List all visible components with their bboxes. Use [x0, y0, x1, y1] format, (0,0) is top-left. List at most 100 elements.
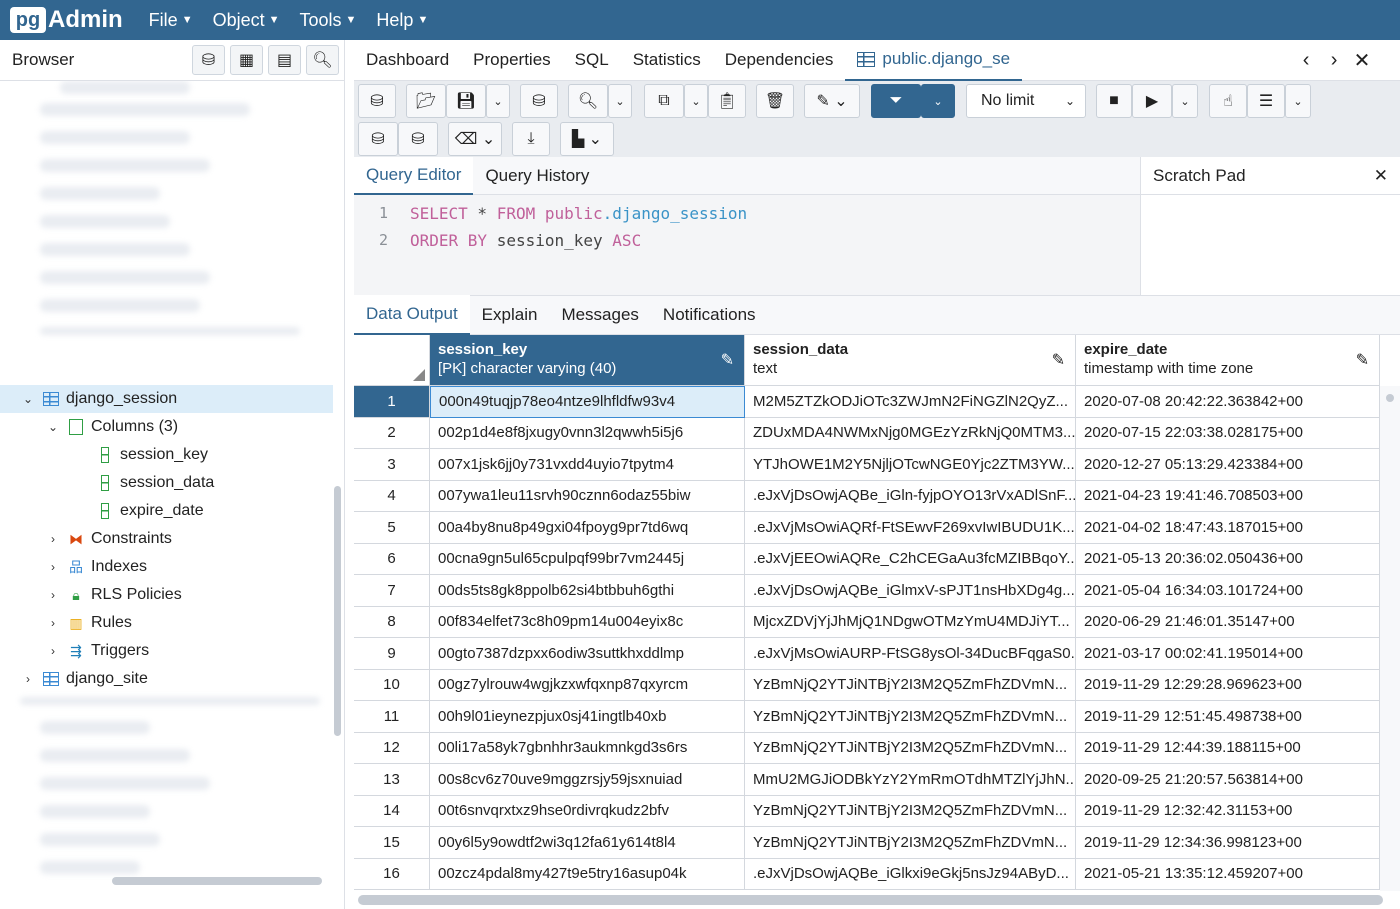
expire-date-cell[interactable]: 2019-11-29 12:29:28.969623+00: [1076, 669, 1380, 701]
rollback-button[interactable]: ⛁: [398, 122, 438, 156]
tree-item-triggers[interactable]: › ⇶ Triggers: [0, 637, 333, 665]
filter-options-dropdown[interactable]: ⌄: [921, 84, 955, 118]
tab-properties[interactable]: Properties: [461, 40, 562, 81]
table-row[interactable]: 2 002p1d4e8f8jxugy0vnn3l2qwwh5i5j6 ZDUxMDA…: [354, 417, 1380, 449]
filtered-rows-button[interactable]: ▤: [268, 45, 301, 75]
table-row[interactable]: 12 00li17a58yk7gbnhhr3aukmnkgd3s6rs YzBmNj…: [354, 732, 1380, 764]
expire-date-cell[interactable]: 2021-05-13 20:36:02.050436+00: [1076, 543, 1380, 575]
tab-query-editor[interactable]: Query Editor: [354, 156, 474, 195]
grid-vertical-scrollbar[interactable]: [1380, 386, 1400, 891]
session-data-cell[interactable]: MjcxZDVjYjJhMjQ1NDgwOTMzYmU4MDJiYT...: [745, 606, 1076, 638]
tab-explain[interactable]: Explain: [470, 295, 550, 335]
find-button[interactable]: 🔍︎: [568, 84, 608, 118]
session-key-cell[interactable]: 00zcz4pdal8my427t9e5try16asup04k: [430, 858, 745, 890]
column-header-session-data[interactable]: session_data text ✎: [745, 335, 1076, 386]
column-header-expire-date[interactable]: expire_date timestamp with time zone ✎: [1076, 335, 1380, 386]
session-data-cell[interactable]: YzBmNjQ2YTJiNTBjY2I3M2Q5ZmFhZDVmN...: [745, 669, 1076, 701]
expire-date-cell[interactable]: 2019-11-29 12:34:36.998123+00: [1076, 827, 1380, 859]
copy-options-dropdown[interactable]: ⌄: [684, 84, 708, 118]
row-number-cell[interactable]: 4: [354, 480, 430, 512]
grid-horizontal-scrollbar[interactable]: [358, 895, 1383, 905]
session-key-cell[interactable]: 00s8cv6z70uve9mggzrsjy59jsxnuiad: [430, 764, 745, 796]
sql-code-editor[interactable]: 1 SELECT * FROM public.django_session 2 …: [354, 195, 1140, 295]
tab-query-tool[interactable]: public.django_se: [845, 40, 1023, 81]
session-data-cell[interactable]: YTJhOWE1M2Y5NjljOTcwNGE0Yjc2ZTM3YW...: [745, 449, 1076, 481]
table-row[interactable]: 16 00zcz4pdal8my427t9e5try16asup04k .eJxVj…: [354, 858, 1380, 890]
session-data-cell[interactable]: M2M5ZTZkODJiOTc3ZWJmN2FiNGZlN2QyZ...: [745, 386, 1076, 418]
explain-options-dropdown[interactable]: ⌄: [1285, 84, 1311, 118]
search-objects-button[interactable]: 🔍︎: [306, 45, 339, 75]
tab-scroll-left-icon[interactable]: ‹: [1292, 49, 1320, 72]
tree-item-rules[interactable]: › ▥ Rules: [0, 609, 333, 637]
tab-sql[interactable]: SQL: [563, 40, 621, 81]
session-key-cell[interactable]: 000n49tuqjp78eo4ntze9lhfldfw93v4: [430, 386, 745, 418]
session-key-cell[interactable]: 00li17a58yk7gbnhhr3aukmnkgd3s6rs: [430, 732, 745, 764]
tree-item-django-site[interactable]: › django_site: [0, 665, 333, 693]
row-number-cell[interactable]: 11: [354, 701, 430, 733]
table-row[interactable]: 4 007ywa1leu11srvh90cznn6odaz55biw .eJxVjD…: [354, 480, 1380, 512]
session-key-cell[interactable]: 00f834elfet73c8h09pm14u004eyix8c: [430, 606, 745, 638]
expire-date-cell[interactable]: 2021-05-21 13:35:12.459207+00: [1076, 858, 1380, 890]
session-key-cell[interactable]: 007x1jsk6jj0y731vxdd4uyio7tpytm4: [430, 449, 745, 481]
scrollbar-thumb[interactable]: [1386, 394, 1394, 402]
find-options-dropdown[interactable]: ⌄: [608, 84, 632, 118]
row-limit-select[interactable]: No limit ⌄: [966, 84, 1086, 118]
explain-analyze-button[interactable]: ☰: [1247, 84, 1285, 118]
expire-date-cell[interactable]: 2020-09-25 21:20:57.563814+00: [1076, 764, 1380, 796]
session-key-cell[interactable]: 002p1d4e8f8jxugy0vnn3l2qwwh5i5j6: [430, 417, 745, 449]
column-header-session-key[interactable]: session_key [PK] character varying (40) …: [430, 335, 745, 386]
tree-item-column-expire-date[interactable]: expire_date: [0, 497, 333, 525]
close-tab-icon[interactable]: ✕: [1348, 48, 1376, 73]
expire-date-cell[interactable]: 2019-11-29 12:32:42.31153+00: [1076, 795, 1380, 827]
tab-statistics[interactable]: Statistics: [621, 40, 713, 81]
tree-item-column-session-key[interactable]: session_key: [0, 441, 333, 469]
row-number-cell[interactable]: 16: [354, 858, 430, 890]
session-data-cell[interactable]: .eJxVjMsOwiAQRf-FtSEwvF269xvIwIBUDU1K...: [745, 512, 1076, 544]
clear-button[interactable]: ⌫ ⌄: [448, 122, 502, 156]
tree-horizontal-scrollbar[interactable]: [112, 877, 322, 885]
table-row[interactable]: 7 00ds5ts8gk8ppolb62si4btbbuh6gthi .eJxVjD…: [354, 575, 1380, 607]
tab-query-history[interactable]: Query History: [473, 157, 601, 195]
row-number-cell[interactable]: 1: [354, 386, 430, 418]
table-row[interactable]: 3 007x1jsk6jj0y731vxdd4uyio7tpytm4 YTJhOWE…: [354, 449, 1380, 481]
session-data-cell[interactable]: .eJxVjDsOwjAQBe_iGlkxi9eGkj5nsJz94AByD..…: [745, 858, 1076, 890]
table-row[interactable]: 5 00a4by8nu8p49gxi04fpoyg9pr7td6wq .eJxVjM…: [354, 512, 1380, 544]
open-query-button[interactable]: ⛁: [358, 84, 396, 118]
expire-date-cell[interactable]: 2020-12-27 05:13:29.423384+00: [1076, 449, 1380, 481]
commit-button[interactable]: ⛁: [358, 122, 398, 156]
expire-date-cell[interactable]: 2021-05-04 16:34:03.101724+00: [1076, 575, 1380, 607]
open-file-button[interactable]: 📂︎: [406, 84, 446, 118]
session-key-cell[interactable]: 00ds5ts8gk8ppolb62si4btbbuh6gthi: [430, 575, 745, 607]
row-number-cell[interactable]: 8: [354, 606, 430, 638]
row-number-cell[interactable]: 13: [354, 764, 430, 796]
tab-dependencies[interactable]: Dependencies: [713, 40, 846, 81]
tree-item-column-session-data[interactable]: session_data: [0, 469, 333, 497]
expire-date-cell[interactable]: 2020-07-08 20:42:22.363842+00: [1076, 386, 1380, 418]
tree-item-indexes[interactable]: › 品 Indexes: [0, 553, 333, 581]
menu-object[interactable]: Object ▼: [213, 10, 280, 31]
tree-vertical-scrollbar[interactable]: [334, 486, 341, 736]
tree-item-columns[interactable]: ⌄ Columns (3): [0, 413, 333, 441]
session-data-cell[interactable]: .eJxVjDsOwjAQBe_iGlmxV-sPJT1nsHbXDg4g...: [745, 575, 1076, 607]
session-key-cell[interactable]: 00cna9gn5ul65cpulpqf99br7vm2445j: [430, 543, 745, 575]
row-number-cell[interactable]: 15: [354, 827, 430, 859]
expire-date-cell[interactable]: 2020-07-15 22:03:38.028175+00: [1076, 417, 1380, 449]
tab-scroll-right-icon[interactable]: ›: [1320, 49, 1348, 72]
expire-date-cell[interactable]: 2021-04-02 18:47:43.187015+00: [1076, 512, 1380, 544]
session-key-cell[interactable]: 00h9l01ieynezpjux0sj41ingtlb40xb: [430, 701, 745, 733]
session-data-cell[interactable]: YzBmNjQ2YTJiNTBjY2I3M2Q5ZmFhZDVmN...: [745, 795, 1076, 827]
tab-messages[interactable]: Messages: [549, 295, 650, 335]
select-all-corner[interactable]: [354, 335, 430, 386]
macros-button[interactable]: ▙ ⌄: [560, 122, 614, 156]
copy-button[interactable]: ⧉: [644, 84, 684, 118]
expire-date-cell[interactable]: 2021-03-17 00:02:41.195014+00: [1076, 638, 1380, 670]
table-row[interactable]: 1 000n49tuqjp78eo4ntze9lhfldfw93v4 M2M5ZTZ…: [354, 386, 1380, 418]
tab-dashboard[interactable]: Dashboard: [354, 40, 461, 81]
menu-help[interactable]: Help ▼: [376, 10, 428, 31]
expire-date-cell[interactable]: 2019-11-29 12:51:45.498738+00: [1076, 701, 1380, 733]
session-data-cell[interactable]: MmU2MGJiODBkYzY2YmRmOTdhMTZlYjJhN...: [745, 764, 1076, 796]
session-data-cell[interactable]: YzBmNjQ2YTJiNTBjY2I3M2Q5ZmFhZDVmN...: [745, 701, 1076, 733]
session-data-cell[interactable]: .eJxVjDsOwjAQBe_iGln-fyjpOYO13rVxADlSnF.…: [745, 480, 1076, 512]
session-key-cell[interactable]: 00a4by8nu8p49gxi04fpoyg9pr7td6wq: [430, 512, 745, 544]
filter-button[interactable]: ⏷: [871, 84, 921, 118]
